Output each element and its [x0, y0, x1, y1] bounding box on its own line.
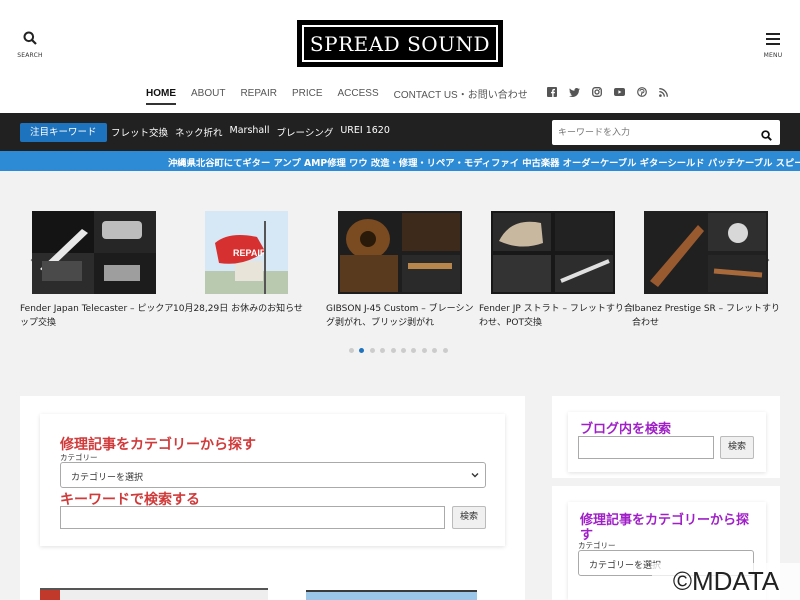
- logo-text: SPREAD SOUND: [302, 25, 498, 62]
- blog-search-widget: ブログ内を検索 検索: [568, 412, 766, 472]
- nav-about[interactable]: ABOUT: [191, 88, 225, 99]
- keyword-link[interactable]: ネック折れ: [175, 125, 223, 139]
- slider-dot-active[interactable]: [359, 348, 365, 353]
- search-icon: [761, 130, 772, 141]
- site-logo[interactable]: SPREAD SOUND: [297, 20, 503, 67]
- slider-dot[interactable]: [400, 348, 406, 353]
- slider-dot[interactable]: [380, 348, 386, 353]
- nav-repair[interactable]: REPAIR: [240, 88, 277, 99]
- blog-search-button[interactable]: 検索: [720, 436, 754, 459]
- slide-thumbnail: REPAIR: [205, 211, 288, 294]
- site-header: SEARCH SPREAD SOUND MENU HOME ABOUT REPA…: [0, 0, 800, 113]
- category-select[interactable]: カテゴリーを選択: [60, 462, 486, 488]
- nav-access[interactable]: ACCESS: [338, 88, 379, 99]
- slide-thumbnail: [338, 211, 462, 294]
- keyword-search-submit[interactable]: [761, 126, 772, 145]
- header-search-button[interactable]: SEARCH: [15, 30, 45, 59]
- slide-item[interactable]: Fender Japan Telecaster – ピックアップ交換: [20, 211, 175, 330]
- chevron-down-icon: [471, 471, 479, 482]
- slider-dot[interactable]: [442, 348, 448, 353]
- search-icon: [23, 31, 37, 45]
- slide-caption: 10月28,29日 お休みのお知らせ: [173, 304, 303, 314]
- keyword-search-field[interactable]: [60, 506, 445, 529]
- pinterest-icon[interactable]: [636, 87, 647, 100]
- nav-price[interactable]: PRICE: [292, 88, 323, 99]
- nav-home[interactable]: HOME: [146, 88, 176, 105]
- blog-search-heading: ブログ内を検索: [580, 422, 672, 437]
- slide-item[interactable]: GIBSON J-45 Custom – ブレーシング剥がれ、ブリッジ剥がれ: [326, 211, 481, 330]
- slide-thumbnail: [32, 211, 156, 294]
- keyword-link[interactable]: フレット交換: [111, 125, 168, 139]
- slide-caption: Ibanez Prestige SR – フレットすり合わせ: [632, 304, 781, 328]
- menu-label: MENU: [763, 52, 783, 59]
- keyword-link[interactable]: UREI 1620: [340, 125, 390, 139]
- main-content-card: 修理記事をカテゴリーから探す カテゴリー カテゴリーを選択 キーワードで検索する…: [20, 396, 525, 600]
- slide-thumbnail: [644, 211, 768, 294]
- slider-dot[interactable]: [421, 348, 427, 353]
- keyword-link[interactable]: Marshall: [230, 125, 270, 139]
- facebook-icon[interactable]: [546, 87, 557, 100]
- instagram-icon[interactable]: [591, 87, 602, 100]
- post-thumbnail[interactable]: [40, 588, 268, 600]
- search-label: SEARCH: [17, 52, 43, 59]
- slide-caption: Fender JP ストラト – フレットすり合わせ、POT交換: [479, 304, 633, 328]
- keyword-search-input[interactable]: [558, 124, 748, 141]
- keyword-search-box: [552, 120, 780, 145]
- slide-item[interactable]: REPAIR 10月28,29日 お休みのお知らせ: [173, 211, 328, 316]
- featured-keywords-badge: 注目キーワード: [20, 123, 107, 142]
- sidebar-blog-search-card: ブログ内を検索 検索: [552, 396, 780, 478]
- header-menu-button[interactable]: MENU: [758, 30, 788, 59]
- slide-item[interactable]: Ibanez Prestige SR – フレットすり合わせ: [632, 211, 787, 330]
- slider-dot[interactable]: [349, 348, 354, 353]
- slide-item[interactable]: Fender JP ストラト – フレットすり合わせ、POT交換: [479, 211, 634, 330]
- slider-dot[interactable]: [390, 348, 396, 353]
- global-nav: HOME ABOUT REPAIR PRICE ACCESS CONTACT U…: [146, 82, 680, 105]
- search-widget: 修理記事をカテゴリーから探す カテゴリー カテゴリーを選択 キーワードで検索する…: [40, 414, 505, 546]
- slide-caption: Fender Japan Telecaster – ピックアップ交換: [20, 304, 174, 328]
- sidebar-category-heading: 修理記事をカテゴリーから探す: [580, 513, 750, 543]
- slider-pagination: [349, 348, 453, 353]
- sidebar-category-select-value: カテゴリーを選択: [589, 561, 662, 571]
- keyword-link[interactable]: ブレーシング: [277, 125, 334, 139]
- blog-search-field[interactable]: [578, 436, 714, 459]
- slider-dot[interactable]: [369, 348, 375, 353]
- category-search-heading: 修理記事をカテゴリーから探す: [60, 437, 256, 453]
- hamburger-icon: [766, 33, 780, 45]
- post-category-badge: [40, 590, 60, 600]
- slide-caption: GIBSON J-45 Custom – ブレーシング剥がれ、ブリッジ剥がれ: [326, 304, 474, 328]
- post-slider: ‹ › Fender Japan Telecaster – ピックアップ交換: [0, 171, 800, 371]
- rss-icon[interactable]: [658, 87, 668, 100]
- repair-sign-text: REPAIR: [233, 248, 267, 258]
- nav-contact[interactable]: CONTACT US・お問い合わせ: [394, 86, 528, 101]
- keyword-links: フレット交換 ネック折れ Marshall ブレーシング UREI 1620: [111, 125, 397, 139]
- slider-dot[interactable]: [432, 348, 438, 353]
- post-thumbnail[interactable]: [306, 590, 477, 600]
- youtube-icon[interactable]: [613, 88, 625, 99]
- slide-thumbnail: [491, 211, 615, 294]
- twitter-icon[interactable]: [568, 87, 580, 100]
- watermark: ©MDATA: [652, 563, 800, 600]
- ticker-text: 沖縄県北谷町にてギター アンプ AMP修理 ワウ 改造・修理・リペア・モディファ…: [168, 158, 800, 169]
- category-select-value: カテゴリーを選択: [71, 473, 144, 483]
- social-links: [546, 87, 680, 100]
- news-ticker[interactable]: 沖縄県北谷町にてギター アンプ AMP修理 ワウ 改造・修理・リペア・モディファ…: [0, 151, 800, 171]
- keyword-search-button[interactable]: 検索: [452, 506, 486, 529]
- slider-dot[interactable]: [411, 348, 417, 353]
